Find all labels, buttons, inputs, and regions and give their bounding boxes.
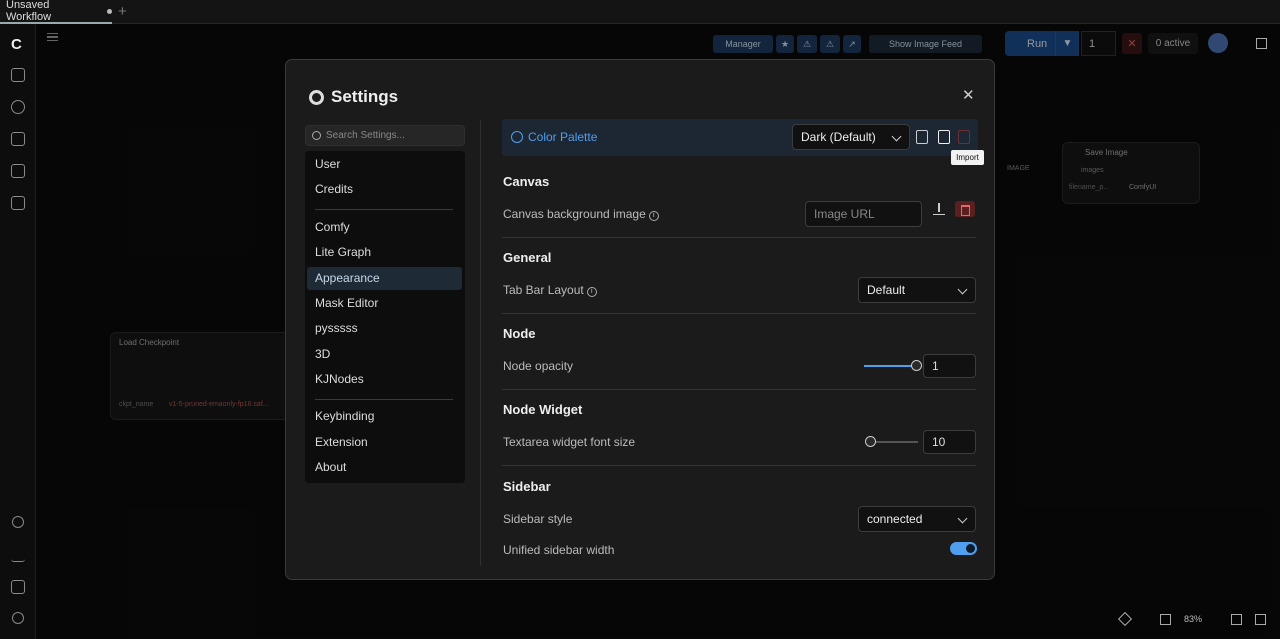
node-opacity-input[interactable]: 1 [923,354,976,378]
canvas-bg-url-input[interactable]: Image URL [805,201,922,227]
add-tab-button[interactable]: + [118,4,127,20]
nav-item-about[interactable]: About [307,456,462,479]
info-icon[interactable]: i [648,211,659,221]
sidebar-style-select[interactable]: connected [858,506,976,532]
color-palette-select[interactable]: Dark (Default) [792,124,910,150]
color-palette-value: Dark (Default) [801,130,876,144]
tab-bar-label: Tab Bar Layout [503,283,584,297]
terminal-icon[interactable] [11,548,25,562]
unified-width-label: Unified sidebar width [503,543,615,557]
left-sidebar: C [0,24,36,639]
trash-icon[interactable] [955,201,975,217]
nav-item-comfy[interactable]: Comfy [307,216,462,239]
search-icon [312,131,321,140]
templates-icon[interactable] [11,196,25,210]
info-icon[interactable]: i [586,287,597,297]
node-opacity-label: Node opacity [503,359,574,373]
close-icon[interactable]: ✕ [962,88,975,103]
minimap-icon[interactable] [1231,614,1242,625]
nav-item-mask-editor[interactable]: Mask Editor [307,292,462,315]
divider [502,237,976,238]
models-icon[interactable] [11,100,25,114]
color-palette-label: Color Palette [528,130,598,144]
nav-item-pysssss[interactable]: pysssss [307,317,462,340]
nav-divider [315,399,453,400]
hide-links-icon[interactable] [1255,614,1266,625]
import-icon[interactable] [938,130,950,144]
settings-gear-icon[interactable] [12,612,24,624]
toggle-panel-icon[interactable] [1256,38,1267,49]
tab-bar-row-label: Tab Bar Layout i [503,283,597,297]
gear-icon [309,89,324,105]
nav-item-extension[interactable]: Extension [307,431,462,454]
section-node-widget-title: Node Widget [503,402,583,417]
section-node-title: Node [503,326,536,341]
nav-item-user[interactable]: User [307,153,462,176]
nav-item-credits[interactable]: Credits [307,178,462,201]
tab-bar: Unsaved Workflow + [0,0,1280,24]
section-sidebar-title: Sidebar [503,479,551,494]
divider [502,465,976,466]
help-icon[interactable] [12,516,24,528]
palette-icon [511,131,523,143]
sidebar-style-label: Sidebar style [503,512,573,526]
unsaved-dot-icon [107,8,112,14]
export-icon[interactable] [916,130,928,144]
color-palette-row: Color Palette Dark (Default) [502,119,978,156]
font-size-input[interactable]: 10 [923,430,976,454]
upload-icon[interactable] [933,203,945,215]
tab-bar-value: Default [867,283,906,297]
workflow-tab[interactable]: Unsaved Workflow [0,0,112,24]
divider [502,389,976,390]
node-library-icon[interactable] [11,132,25,146]
divider [502,313,976,314]
nav-divider [315,209,453,210]
nav-item-kjnodes[interactable]: KJNodes [307,368,462,391]
comfy-logo-icon[interactable]: C [11,37,26,52]
node-opacity-fill [864,365,916,367]
settings-dialog: Settings ✕ Search Settings... User Credi… [285,59,995,580]
workflow-tab-label: Unsaved Workflow [6,0,52,23]
import-tooltip: Import [951,150,984,165]
images-icon[interactable] [11,68,25,82]
delete-palette-icon[interactable] [958,130,970,144]
tab-bar-layout-select[interactable]: Default [858,277,976,303]
search-input[interactable]: Search Settings... [305,125,465,146]
dialog-title: Settings [309,87,398,107]
sidebar-style-value: connected [867,512,923,526]
section-canvas-title: Canvas [503,174,550,189]
unified-sidebar-width-toggle[interactable] [950,542,977,555]
settings-nav: User Credits Comfy Lite Graph Appearance… [305,151,465,483]
nav-item-3d[interactable]: 3D [307,343,462,366]
chevron-down-icon [957,513,968,524]
settings-content: Color Palette Dark (Default) Import Canv… [502,119,984,569]
keyboard-icon[interactable] [11,580,25,594]
canvas-bg-label: Canvas background image [503,207,646,221]
zoom-level[interactable]: 83% [1184,614,1202,624]
font-size-slider-handle[interactable] [865,436,876,447]
font-size-track[interactable] [870,441,918,443]
panel-divider [480,120,481,566]
search-placeholder: Search Settings... [326,130,405,141]
workflows-icon[interactable] [11,164,25,178]
font-size-label: Textarea widget font size [503,435,636,449]
section-general-title: General [503,250,552,265]
canvas-bg-row-label: Canvas background image i [503,207,659,221]
nav-item-appearance[interactable]: Appearance [307,267,462,290]
dialog-title-text: Settings [331,87,399,106]
nav-item-keybinding[interactable]: Keybinding [307,405,462,428]
chevron-down-icon [891,131,902,142]
fit-view-icon[interactable] [1160,614,1171,625]
nav-item-lite-graph[interactable]: Lite Graph [307,241,462,264]
node-opacity-slider-handle[interactable] [911,360,922,371]
chevron-down-icon [957,284,968,295]
